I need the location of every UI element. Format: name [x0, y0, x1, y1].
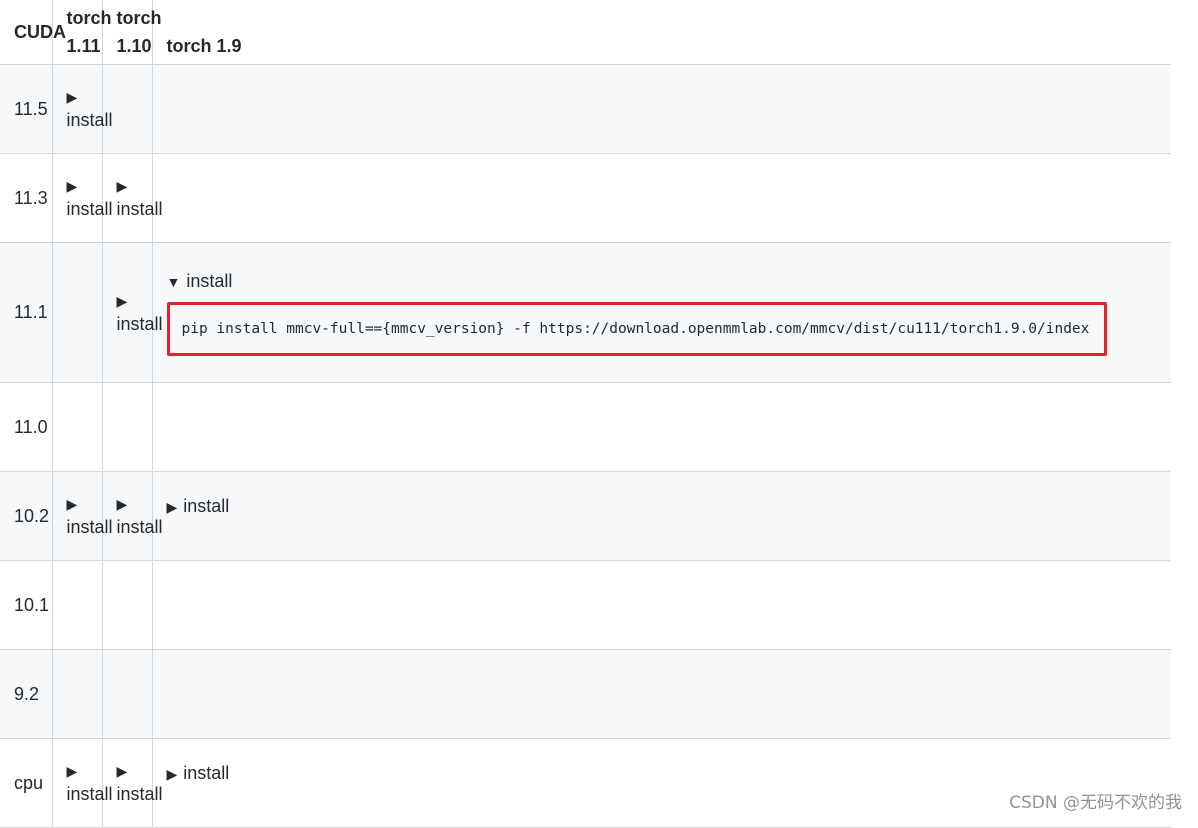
triangle-right-icon: ▶	[66, 89, 78, 105]
cuda-version-cell: 11.3	[0, 153, 52, 243]
cuda-version-cell: 11.5	[0, 64, 52, 154]
table-header-row: CUDA torch 1.11 torch 1.10 torch 1.9	[0, 0, 1171, 65]
empty-cell	[51, 649, 102, 739]
install-toggle[interactable]: ▶ install	[51, 738, 113, 828]
table-row: 9.2	[0, 649, 1171, 739]
cuda-version-cell: 10.1	[0, 560, 52, 650]
install-toggle[interactable]: ▶ install	[51, 471, 113, 561]
triangle-right-icon: ▶	[116, 763, 128, 779]
expanded-install-cell: ▼ install pip install mmcv-full=={mmcv_ve…	[151, 242, 1172, 383]
empty-cell	[101, 649, 152, 739]
install-label: install	[116, 199, 163, 219]
cuda-version-cell: 10.2	[0, 471, 52, 561]
cuda-version-cell: 11.0	[0, 382, 52, 472]
install-toggle[interactable]: ▶ install	[151, 471, 1171, 561]
table-row: 10.2 ▶ install ▶ install ▶ install	[0, 471, 1171, 561]
empty-cell	[101, 560, 152, 650]
empty-cell	[51, 242, 102, 383]
triangle-right-icon: ▶	[166, 766, 178, 782]
empty-cell	[151, 649, 1171, 739]
header-torch-1-9: torch 1.9	[151, 0, 1171, 65]
empty-cell	[101, 382, 152, 472]
table-row: 11.3 ▶ install ▶ install	[0, 153, 1171, 243]
install-toggle[interactable]: ▶ install	[151, 738, 1171, 828]
triangle-right-icon: ▶	[166, 499, 178, 515]
triangle-right-icon: ▶	[66, 178, 78, 194]
install-label: install	[66, 784, 113, 804]
cuda-version-cell: 9.2	[0, 649, 52, 739]
table-row: 11.0	[0, 382, 1171, 472]
install-label: install	[66, 517, 113, 537]
install-label: install	[116, 784, 163, 804]
empty-cell	[151, 153, 1171, 243]
install-label: install	[116, 313, 163, 334]
table-row: cpu ▶ install ▶ install ▶ install	[0, 738, 1171, 828]
install-toggle[interactable]: ▶ install	[101, 242, 163, 383]
triangle-right-icon: ▶	[66, 763, 78, 779]
header-cuda: CUDA	[0, 0, 66, 65]
empty-cell	[51, 560, 102, 650]
install-toggle[interactable]: ▶ install	[101, 471, 163, 561]
install-label: install	[116, 517, 163, 537]
empty-cell	[51, 382, 102, 472]
triangle-right-icon: ▶	[116, 292, 128, 309]
install-toggle-expanded[interactable]: ▼ install	[167, 269, 1172, 294]
empty-cell	[151, 64, 1171, 154]
table-row: 11.1 ▶ install ▼ install pip install mmcv…	[0, 242, 1172, 383]
install-label: install	[183, 496, 230, 516]
install-label: install	[66, 110, 113, 130]
csdn-watermark: CSDN @无码不欢的我	[1009, 793, 1182, 813]
install-label: install	[183, 763, 230, 783]
install-toggle[interactable]: ▶ install	[101, 738, 163, 828]
empty-cell	[151, 382, 1171, 472]
install-toggle[interactable]: ▶ install	[51, 64, 113, 154]
install-toggle[interactable]: ▶ install	[101, 153, 163, 243]
pip-command-code-block[interactable]: pip install mmcv-full=={mmcv_version} -f…	[166, 302, 1107, 356]
cuda-version-cell: 11.1	[0, 242, 52, 383]
install-label: install	[186, 271, 233, 291]
mmcv-install-table: CUDA torch 1.11 torch 1.10 torch 1.9 11.…	[0, 0, 1171, 828]
install-label: install	[66, 199, 113, 219]
triangle-right-icon: ▶	[116, 178, 128, 194]
triangle-right-icon: ▶	[116, 496, 128, 512]
table-row: 11.5 ▶ install	[0, 64, 1171, 154]
cuda-version-cell: cpu	[0, 738, 52, 828]
triangle-right-icon: ▶	[66, 496, 78, 512]
empty-cell	[151, 560, 1171, 650]
triangle-down-icon: ▼	[166, 274, 181, 290]
table-row: 10.1	[0, 560, 1171, 650]
install-toggle[interactable]: ▶ install	[51, 153, 113, 243]
empty-cell	[101, 64, 152, 154]
